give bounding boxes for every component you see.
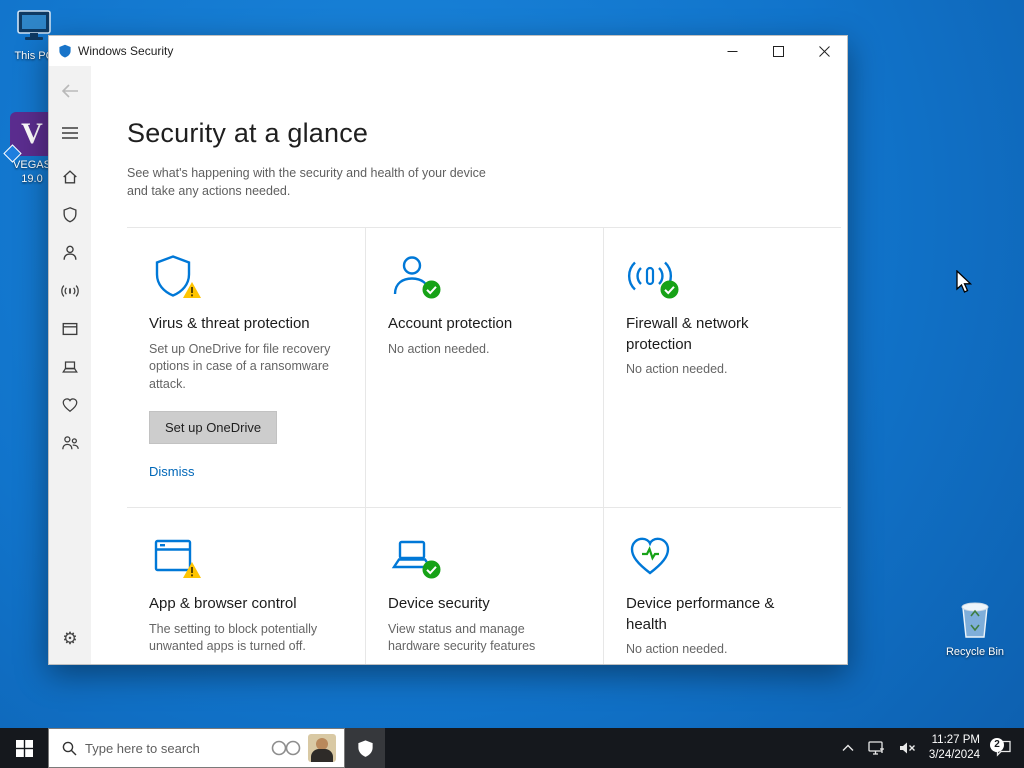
tile-device-performance-health[interactable]: Device performance & health No action ne… xyxy=(603,507,841,664)
tile-title: Firewall & network protection xyxy=(626,315,749,353)
app-window-icon xyxy=(62,322,78,336)
app-browser-icon xyxy=(149,532,201,582)
security-shield-icon xyxy=(357,739,373,757)
ok-badge-icon xyxy=(422,560,441,584)
shield-icon xyxy=(63,207,77,223)
tile-device-security[interactable]: Device security View status and manage h… xyxy=(365,507,603,664)
tile-body: View status and manage hardware security… xyxy=(388,621,536,654)
tile-body: Set up OneDrive for file recovery option… xyxy=(149,341,331,392)
windows-logo-icon xyxy=(15,739,33,757)
page-subtitle: See what's happening with the security a… xyxy=(127,166,486,199)
sidebar-item-device-security[interactable] xyxy=(49,348,91,386)
laptop-icon xyxy=(62,361,78,373)
heart-icon xyxy=(62,398,78,413)
firewall-network-icon xyxy=(626,252,679,304)
warning-badge-icon xyxy=(182,561,202,584)
tile-title: Virus & threat protection xyxy=(149,315,310,333)
taskbar-clock[interactable]: 11:27 PM 3/24/2024 xyxy=(923,733,988,763)
maximize-button[interactable] xyxy=(755,36,801,66)
sidebar-item-home[interactable] xyxy=(49,158,91,196)
tile-body: No action needed. xyxy=(626,641,728,656)
person-icon xyxy=(63,245,77,260)
taskbar-search-box[interactable] xyxy=(48,728,345,768)
tile-firewall-network-protection[interactable]: Firewall & network protection No action … xyxy=(603,227,841,508)
warning-badge-icon xyxy=(182,281,202,304)
tray-volume-muted-icon[interactable] xyxy=(892,741,923,755)
sidebar-item-virus-threat[interactable] xyxy=(49,196,91,234)
tile-body: The setting to block potentially unwante… xyxy=(149,621,318,654)
tray-chevron-up-icon[interactable] xyxy=(835,744,861,752)
tile-app-browser-control[interactable]: App & browser control The setting to blo… xyxy=(127,507,365,664)
action-center-button[interactable]: 2 xyxy=(988,737,1024,757)
notification-count-badge: 2 xyxy=(990,737,1004,752)
main-content: Security at a glance See what's happenin… xyxy=(91,66,847,664)
ok-badge-icon xyxy=(422,280,441,304)
desktop-icon-recycle-bin[interactable]: Recycle Bin xyxy=(939,596,1011,660)
sidebar-item-device-health[interactable] xyxy=(49,386,91,424)
tile-title: App & browser control xyxy=(149,595,297,613)
window-title: Windows Security xyxy=(78,44,174,58)
gear-icon: ⚙ xyxy=(62,629,78,648)
tile-body: No action needed. xyxy=(388,341,490,356)
clock-time: 11:27 PM xyxy=(931,734,980,747)
device-security-icon xyxy=(388,532,441,584)
taskbar-windows-security-app[interactable] xyxy=(345,728,385,768)
recycle-bin-label: Recycle Bin xyxy=(945,646,1005,658)
device-health-heart-icon xyxy=(626,532,678,582)
vegas-letter: V xyxy=(21,117,43,150)
app-shield-icon xyxy=(58,44,72,58)
search-highlight-avatar xyxy=(308,734,336,762)
setup-onedrive-button[interactable]: Set up OneDrive xyxy=(149,410,278,444)
ok-badge-icon xyxy=(660,280,679,304)
back-button[interactable] xyxy=(49,74,91,108)
menu-button[interactable] xyxy=(49,114,91,152)
taskbar: 11:27 PM 3/24/2024 2 xyxy=(0,728,1024,768)
home-icon xyxy=(63,170,77,184)
close-button[interactable] xyxy=(801,36,847,66)
desktop: { "desktop": { "this_pc_label": "This PC… xyxy=(0,0,1024,768)
page-title: Security at a glance xyxy=(127,118,369,148)
wireless-icon xyxy=(61,285,79,297)
account-person-icon xyxy=(388,252,441,304)
clock-date: 3/24/2024 xyxy=(928,749,980,761)
sidebar: ⚙ xyxy=(49,66,91,664)
search-highlight-icon xyxy=(271,740,301,756)
family-icon xyxy=(61,436,79,450)
sidebar-item-app-browser[interactable] xyxy=(49,310,91,348)
virus-threat-shield-icon xyxy=(149,252,201,302)
tile-body: No action needed. xyxy=(626,361,728,376)
search-input[interactable] xyxy=(85,740,269,756)
dismiss-link[interactable]: Dismiss xyxy=(149,464,195,479)
tile-title: Device security xyxy=(388,595,490,613)
settings-button[interactable]: ⚙ xyxy=(49,620,91,658)
tile-virus-threat-protection[interactable]: Virus & threat protection Set up OneDriv… xyxy=(127,227,365,507)
minimize-button[interactable] xyxy=(709,36,755,66)
start-button[interactable] xyxy=(0,728,48,768)
windows-security-window: Windows Security ⚙ Security at a glance … xyxy=(48,35,848,665)
search-icon xyxy=(62,741,77,756)
tile-account-protection[interactable]: Account protection No action needed. xyxy=(365,227,603,508)
system-tray: 11:27 PM 3/24/2024 2 xyxy=(835,728,1024,768)
tiles-grid: Virus & threat protection Set up OneDriv… xyxy=(127,227,841,664)
sidebar-item-account[interactable] xyxy=(49,234,91,272)
tile-title: Account protection xyxy=(388,315,513,333)
sidebar-item-family[interactable] xyxy=(49,424,91,462)
tray-network-icon[interactable] xyxy=(861,741,892,755)
recycle-bin-icon xyxy=(961,602,989,638)
mouse-cursor xyxy=(956,270,973,293)
titlebar[interactable]: Windows Security xyxy=(49,36,847,66)
sidebar-item-firewall-network[interactable] xyxy=(49,272,91,310)
tile-title: Device performance & health xyxy=(626,595,775,633)
